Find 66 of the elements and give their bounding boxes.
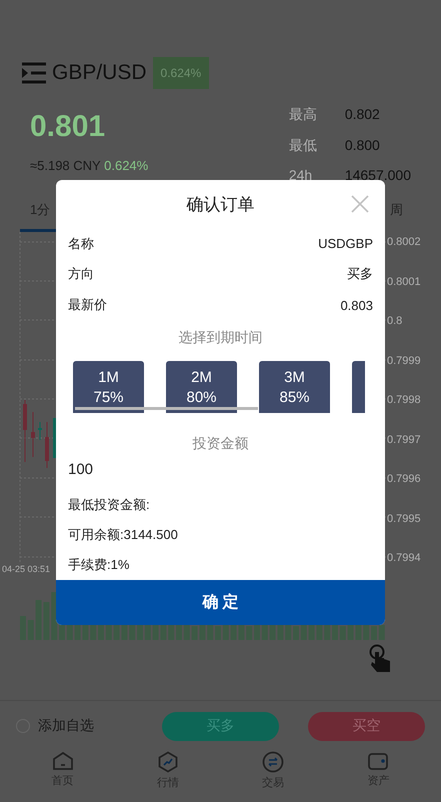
- volume-bar: [340, 626, 346, 640]
- candle: [38, 422, 42, 440]
- volume-bar: [184, 624, 190, 640]
- price-axis-label: 0.7997: [387, 432, 422, 446]
- stat-value: 0.802: [344, 106, 381, 124]
- info-text: 最低投资金额:: [67, 496, 151, 514]
- volume-bar: [129, 624, 136, 640]
- volume-bar: [300, 625, 307, 640]
- period-card[interactable]: [352, 360, 365, 413]
- volume-bar: [371, 626, 377, 640]
- price-axis-label: 0.7996: [387, 472, 422, 486]
- stat-value: 0.800: [344, 136, 381, 155]
- field-value: 买多: [347, 265, 373, 284]
- field-label: 最新价: [68, 296, 107, 314]
- volume-bar: [254, 624, 260, 640]
- stat-label: 最低: [288, 136, 318, 155]
- price-axis-label: 0.8: [387, 314, 404, 328]
- field-label: 方向: [68, 265, 94, 284]
- chart-icon: [156, 751, 179, 773]
- last-price: 0.801: [30, 110, 106, 144]
- volume-bar: [324, 625, 330, 640]
- volume-bar: [332, 624, 338, 640]
- stat-label: 最高: [288, 106, 318, 124]
- close-icon[interactable]: [351, 195, 369, 213]
- info-text: 可用余额:3144.500: [67, 526, 179, 544]
- home-icon: [52, 751, 74, 771]
- info-text: 手续费:1%: [67, 556, 130, 574]
- confirm-button[interactable]: 确 定: [56, 580, 385, 625]
- sell-button[interactable]: 买空: [308, 712, 425, 740]
- price-axis-label: 0.7999: [387, 354, 422, 368]
- dialog-title: 确认订单: [186, 194, 254, 216]
- volume-bar: [293, 626, 299, 640]
- volume-bar: [51, 592, 58, 640]
- wallet-icon: [367, 751, 390, 771]
- price-axis-label: 0.7994: [387, 551, 422, 565]
- period-card[interactable]: 2M 80%: [166, 360, 237, 413]
- amount-field[interactable]: 100: [56, 452, 385, 478]
- favorite-label[interactable]: 添加自选: [38, 717, 94, 735]
- price-axis-label: 0.8001: [387, 274, 422, 288]
- section-heading: 投资金额: [192, 434, 250, 453]
- candle: [31, 412, 35, 458]
- field-value: USDGBP: [318, 236, 373, 252]
- volume-bar: [246, 626, 252, 640]
- volume-bar: [378, 625, 385, 640]
- price-axis-label: 0.7998: [387, 393, 422, 407]
- field-label: 名称: [68, 234, 94, 253]
- menu-icon[interactable]: [22, 62, 46, 84]
- cny-price: ≈5.198 CNY 0.624%: [30, 158, 148, 173]
- section-heading: 选择到期时间: [178, 328, 264, 347]
- volume-bar: [285, 624, 292, 640]
- volume-bar: [207, 625, 214, 640]
- time-axis-label: 04-25 03:51: [2, 564, 50, 574]
- field-value: 0.803: [340, 298, 373, 313]
- period-card[interactable]: 3M 85%: [259, 360, 330, 413]
- period-card[interactable]: 1M 75%: [73, 360, 144, 413]
- candle: [45, 422, 49, 468]
- stat-value: 14657.000: [344, 167, 411, 186]
- exchange-icon: [262, 751, 284, 773]
- symbol-title: GBP/USD: [52, 60, 147, 84]
- stat-label: 24h: [288, 167, 314, 186]
- price-axis-label: 0.8002: [387, 235, 422, 249]
- volume-bar: [215, 626, 221, 640]
- volume-bar: [144, 625, 151, 640]
- volume-bar: [168, 625, 174, 640]
- candle: [23, 400, 27, 462]
- price-axis-label: 0.7995: [387, 512, 422, 526]
